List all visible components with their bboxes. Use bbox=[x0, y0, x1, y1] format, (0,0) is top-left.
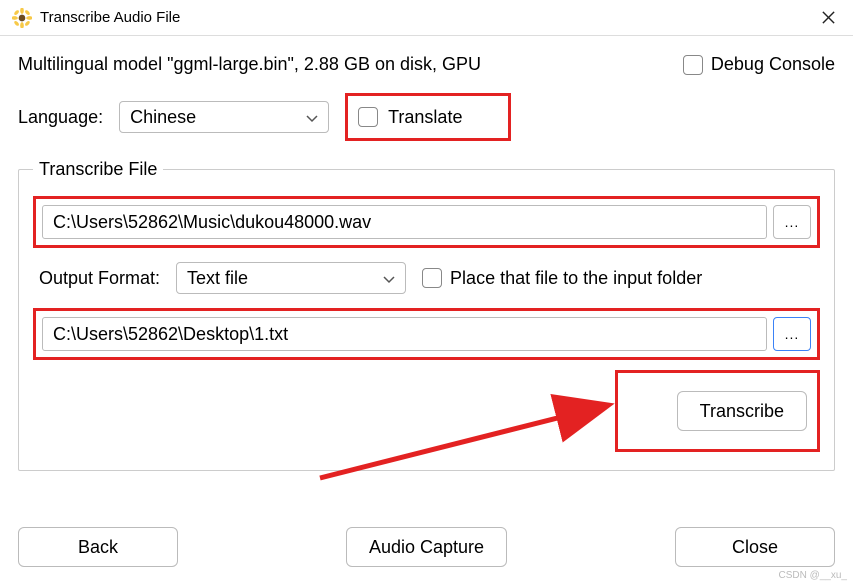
language-selected: Chinese bbox=[130, 107, 196, 128]
app-icon bbox=[12, 8, 32, 28]
model-info: Multilingual model "ggml-large.bin", 2.8… bbox=[18, 54, 481, 75]
input-path-highlight: ... bbox=[33, 196, 820, 248]
translate-checkbox[interactable] bbox=[358, 107, 378, 127]
transcribe-file-group: Transcribe File ... Output Format: Text … bbox=[18, 159, 835, 471]
transcribe-file-legend: Transcribe File bbox=[33, 159, 163, 180]
window-title: Transcribe Audio File bbox=[40, 9, 180, 26]
transcribe-button-highlight: Transcribe bbox=[615, 370, 820, 452]
browse-output-button[interactable]: ... bbox=[773, 317, 811, 351]
translate-highlight: Translate bbox=[345, 93, 511, 141]
place-file-label: Place that file to the input folder bbox=[450, 268, 702, 289]
debug-console-label: Debug Console bbox=[711, 54, 835, 75]
audio-capture-button[interactable]: Audio Capture bbox=[346, 527, 507, 567]
place-file-checkbox[interactable] bbox=[422, 268, 442, 288]
chevron-down-icon bbox=[306, 107, 318, 128]
close-button[interactable]: Close bbox=[675, 527, 835, 567]
close-icon[interactable] bbox=[815, 5, 841, 31]
language-label: Language: bbox=[18, 107, 103, 128]
watermark: CSDN @__xu_ bbox=[778, 570, 847, 581]
output-path-highlight: ... bbox=[33, 308, 820, 360]
transcribe-button[interactable]: Transcribe bbox=[677, 391, 807, 431]
output-path-field[interactable] bbox=[42, 317, 767, 351]
output-format-selected: Text file bbox=[187, 268, 248, 289]
debug-console-checkbox[interactable] bbox=[683, 55, 703, 75]
chevron-down-icon bbox=[383, 268, 395, 289]
translate-label: Translate bbox=[388, 107, 462, 128]
titlebar: Transcribe Audio File bbox=[0, 0, 853, 36]
footer: Back Audio Capture Close bbox=[18, 527, 835, 567]
output-format-label: Output Format: bbox=[39, 268, 160, 289]
browse-input-button[interactable]: ... bbox=[773, 205, 811, 239]
back-button[interactable]: Back bbox=[18, 527, 178, 567]
output-format-select[interactable]: Text file bbox=[176, 262, 406, 294]
language-select[interactable]: Chinese bbox=[119, 101, 329, 133]
input-path-field[interactable] bbox=[42, 205, 767, 239]
